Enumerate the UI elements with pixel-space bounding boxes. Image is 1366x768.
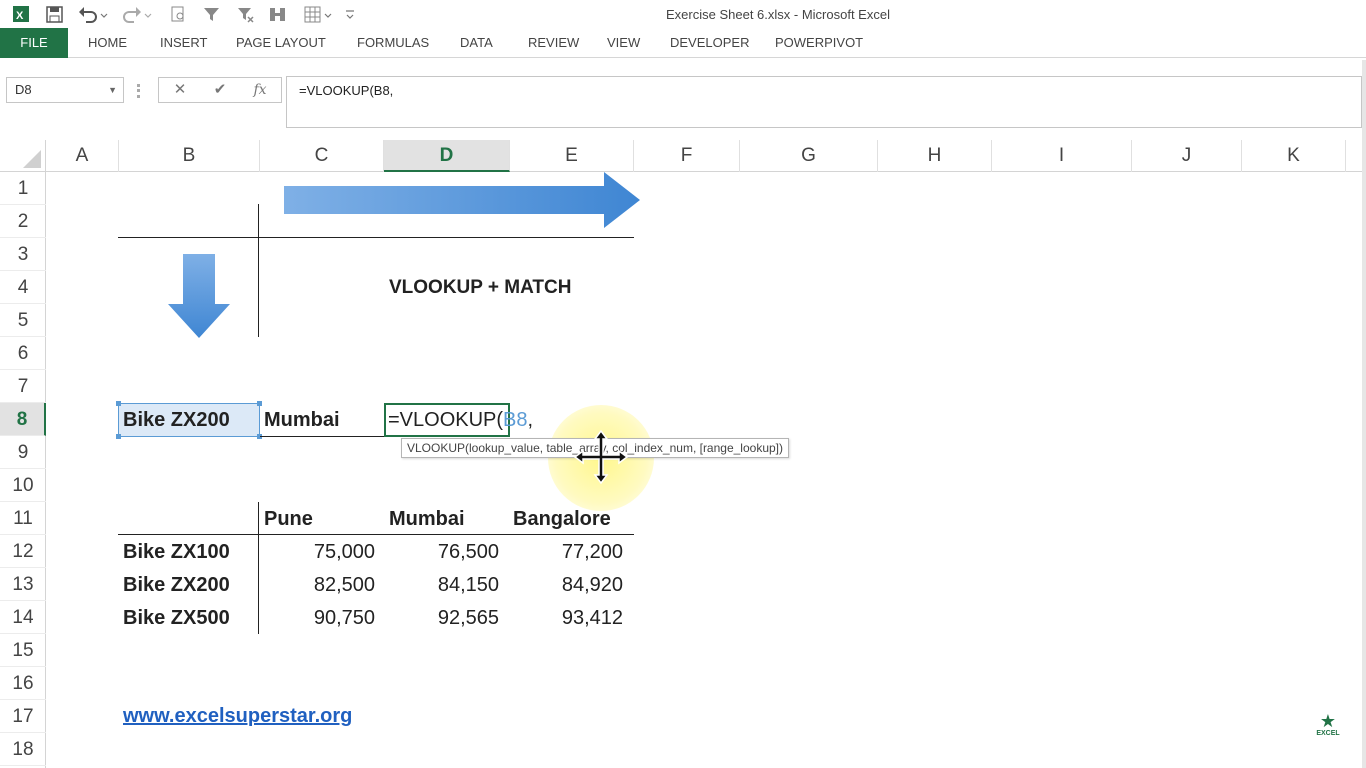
column-header-b[interactable]: B xyxy=(119,140,260,172)
sheet-heading[interactable]: VLOOKUP + MATCH xyxy=(389,277,571,299)
vertical-divider xyxy=(258,204,259,337)
row-header-8[interactable]: 8 xyxy=(0,403,46,436)
down-arrow-shape[interactable] xyxy=(166,252,232,340)
excel-superstar-logo: ★ EXCEL xyxy=(1308,712,1348,748)
worksheet-grid[interactable]: A B C D E F G H I J K 1 2 3 4 5 6 7 8 9 … xyxy=(0,140,1366,768)
row-header-7[interactable]: 7 xyxy=(0,370,46,403)
row-header-6[interactable]: 6 xyxy=(0,337,46,370)
column-header-a[interactable]: A xyxy=(46,140,119,172)
row-header-15[interactable]: 15 xyxy=(0,634,46,667)
table-cell[interactable]: 84,920 xyxy=(510,574,623,597)
row-header-17[interactable]: 17 xyxy=(0,700,46,733)
table-header-mumbai[interactable]: Mumbai xyxy=(389,508,465,531)
formula-edit-ref: B8 xyxy=(503,409,528,431)
formula-buttons: ✕ ✔ fx xyxy=(158,77,282,103)
table-header-line xyxy=(118,534,634,535)
tab-insert[interactable]: INSERT xyxy=(160,28,207,58)
website-link[interactable]: www.excelsuperstar.org xyxy=(123,705,352,728)
formula-edit-suffix: , xyxy=(527,409,534,431)
tab-view[interactable]: VIEW xyxy=(607,28,640,58)
star-icon: ★ xyxy=(1319,711,1337,731)
table-cell[interactable]: 93,412 xyxy=(510,607,623,630)
table-row-label[interactable]: Bike ZX500 xyxy=(123,607,230,630)
table-cell[interactable]: 82,500 xyxy=(260,574,375,597)
formula-input[interactable]: =VLOOKUP(B8, xyxy=(286,76,1362,128)
column-header-e[interactable]: E xyxy=(510,140,634,172)
row-header-10[interactable]: 10 xyxy=(0,469,46,502)
column-header-k[interactable]: K xyxy=(1242,140,1346,172)
row-header-5[interactable]: 5 xyxy=(0,304,46,337)
row-header-9[interactable]: 9 xyxy=(0,436,46,469)
column-header-i[interactable]: I xyxy=(992,140,1132,172)
table-header-bangalore[interactable]: Bangalore xyxy=(513,508,611,531)
table-row-label[interactable]: Bike ZX200 xyxy=(123,574,230,597)
formula-edit-cell[interactable]: =VLOOKUP(B8, xyxy=(388,409,533,432)
row-header-11[interactable]: 11 xyxy=(0,502,46,535)
row-header-2[interactable]: 2 xyxy=(0,205,46,238)
column-header-c[interactable]: C xyxy=(260,140,384,172)
table-cell[interactable]: 92,565 xyxy=(384,607,499,630)
row-header-12[interactable]: 12 xyxy=(0,535,46,568)
title-bar: X Exercise Sheet 6.xlsx - Microsoft Exce… xyxy=(0,0,1366,28)
table-header-pune[interactable]: Pune xyxy=(264,508,313,531)
row-header-3[interactable]: 3 xyxy=(0,238,46,271)
table-cell[interactable]: 90,750 xyxy=(260,607,375,630)
column-header-j[interactable]: J xyxy=(1132,140,1242,172)
column-headers: A B C D E F G H I J K xyxy=(0,140,1366,172)
name-box-value: D8 xyxy=(15,82,32,97)
lookup-city-cell[interactable]: Mumbai xyxy=(264,409,340,432)
column-header-f[interactable]: F xyxy=(634,140,740,172)
table-cell[interactable]: 76,500 xyxy=(384,541,499,564)
enter-icon[interactable]: ✔ xyxy=(205,78,235,102)
tab-page-layout[interactable]: PAGE LAYOUT xyxy=(236,28,326,58)
table-cell[interactable]: 77,200 xyxy=(510,541,623,564)
name-box[interactable]: D8 ▼ xyxy=(6,77,124,103)
row-header-14[interactable]: 14 xyxy=(0,601,46,634)
row-header-4[interactable]: 4 xyxy=(0,271,46,304)
formula-bar: D8 ▼ ✕ ✔ fx =VLOOKUP(B8, xyxy=(0,58,1366,140)
table-vertical-line xyxy=(258,502,259,634)
row-headers: 1 2 3 4 5 6 7 8 9 10 11 12 13 14 15 16 1… xyxy=(0,172,46,768)
insert-function-icon[interactable]: fx xyxy=(245,78,275,102)
lookup-product-cell[interactable]: Bike ZX200 xyxy=(123,409,230,432)
tab-data[interactable]: DATA xyxy=(460,28,493,58)
logo-text: EXCEL xyxy=(1316,730,1340,737)
table-row-label[interactable]: Bike ZX100 xyxy=(123,541,230,564)
cell-border xyxy=(260,436,384,437)
table-cell[interactable]: 84,150 xyxy=(384,574,499,597)
row-header-18[interactable]: 18 xyxy=(0,733,46,766)
column-header-g[interactable]: G xyxy=(740,140,878,172)
window-title: Exercise Sheet 6.xlsx - Microsoft Excel xyxy=(666,7,890,22)
tab-home[interactable]: HOME xyxy=(88,28,127,58)
row-header-13[interactable]: 13 xyxy=(0,568,46,601)
row-header-1[interactable]: 1 xyxy=(0,172,46,205)
select-all-button[interactable] xyxy=(0,140,46,172)
ribbon-tabs: FILE HOME INSERT PAGE LAYOUT FORMULAS DA… xyxy=(0,28,1366,58)
cancel-icon[interactable]: ✕ xyxy=(165,78,195,102)
horizontal-divider xyxy=(118,237,634,238)
formula-bar-splitter[interactable] xyxy=(137,84,140,98)
window-edge-scrollbar[interactable] xyxy=(1362,60,1366,768)
tab-formulas[interactable]: FORMULAS xyxy=(357,28,429,58)
tab-developer[interactable]: DEVELOPER xyxy=(670,28,749,58)
move-cursor-icon xyxy=(573,429,629,485)
tab-powerpivot[interactable]: POWERPIVOT xyxy=(775,28,863,58)
column-header-d[interactable]: D xyxy=(384,140,510,172)
row-header-16[interactable]: 16 xyxy=(0,667,46,700)
tab-review[interactable]: REVIEW xyxy=(528,28,579,58)
tab-file[interactable]: FILE xyxy=(0,28,68,58)
right-arrow-shape[interactable] xyxy=(282,170,642,234)
chevron-down-icon[interactable]: ▼ xyxy=(108,78,117,102)
column-header-h[interactable]: H xyxy=(878,140,992,172)
table-cell[interactable]: 75,000 xyxy=(260,541,375,564)
formula-edit-prefix: =VLOOKUP( xyxy=(388,409,504,431)
